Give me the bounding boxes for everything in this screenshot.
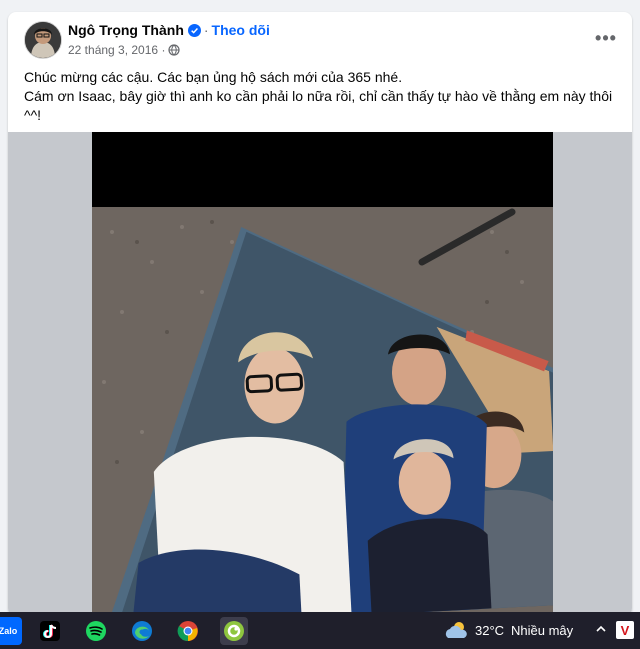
- partly-cloudy-icon[interactable]: [444, 620, 470, 645]
- weather-temperature[interactable]: 32°C: [475, 623, 504, 638]
- edge-icon[interactable]: [128, 617, 156, 645]
- separator-dot: ·: [203, 22, 209, 38]
- coccoc-icon[interactable]: [220, 617, 248, 645]
- antivirus-tray-icon[interactable]: V: [616, 621, 634, 639]
- zalo-label: Zalo: [0, 626, 18, 636]
- windows-taskbar: Zalo 32°C Nhiều mây V: [0, 612, 640, 649]
- post-header: Ngô Trọng Thành · Theo dõi 22 tháng 3, 201…: [8, 12, 632, 64]
- more-options-button[interactable]: •••: [592, 24, 620, 52]
- post-photo[interactable]: [92, 132, 553, 616]
- post-text-line: ^^!: [24, 107, 42, 123]
- post-text-line: Cám ơn Isaac, bây giờ thì anh ko cần phả…: [24, 88, 613, 104]
- chrome-icon[interactable]: [174, 617, 202, 645]
- post-media[interactable]: [8, 132, 632, 616]
- follow-button[interactable]: Theo dõi: [212, 22, 270, 38]
- post-text: Chúc mừng các cậu. Các bạn ủng hộ sách m…: [24, 68, 620, 125]
- zalo-icon[interactable]: Zalo: [0, 617, 22, 645]
- verified-badge-icon: [187, 24, 201, 40]
- post-date[interactable]: 22 tháng 3, 2016: [68, 43, 158, 57]
- weather-condition[interactable]: Nhiều mây: [511, 623, 573, 638]
- post-meta: 22 tháng 3, 2016 ·: [68, 43, 181, 59]
- facebook-post: Ngô Trọng Thành · Theo dõi 22 tháng 3, 201…: [8, 12, 632, 616]
- avatar-image: [25, 22, 61, 58]
- chevron-up-icon[interactable]: [594, 622, 608, 641]
- author-avatar[interactable]: [24, 21, 62, 59]
- author-line: Ngô Trọng Thành · Theo dõi: [68, 22, 270, 40]
- author-name[interactable]: Ngô Trọng Thành: [68, 22, 184, 38]
- globe-icon[interactable]: [168, 44, 181, 59]
- meta-separator: ·: [161, 43, 166, 57]
- tiktok-icon[interactable]: [36, 617, 64, 645]
- post-text-line: Chúc mừng các cậu. Các bạn ủng hộ sách m…: [24, 69, 403, 85]
- spotify-icon[interactable]: [82, 617, 110, 645]
- photo-illustration: [92, 132, 553, 616]
